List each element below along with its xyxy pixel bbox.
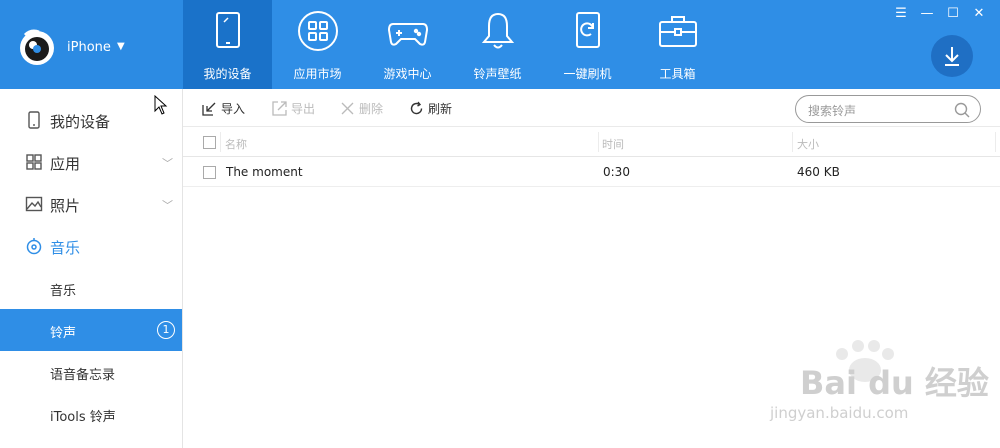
sidebar-subitem-label: iTools 铃声 [50,410,116,425]
delete-label: 删除 [359,102,384,116]
search-placeholder: 搜索铃声 [808,104,857,118]
delete-x-icon [341,102,354,115]
column-divider[interactable] [598,132,599,152]
column-header-name[interactable]: 名称 [225,136,247,152]
sidebar-subitem-itools-ringtones[interactable]: iTools 铃声 [0,393,182,435]
nav-label: 我的设备 [203,67,252,81]
ringtone-duration: 0:30 [603,165,630,179]
mouse-cursor-icon [154,95,168,115]
select-all-checkbox[interactable] [203,136,216,149]
device-selector[interactable]: iPhone ▼ [0,0,183,89]
column-header-size[interactable]: 大小 [797,136,819,152]
maximize-icon[interactable]: ☐ [945,6,961,22]
export-label: 导出 [291,102,316,116]
column-header-time[interactable]: 时间 [602,136,624,152]
nav-one-click-flash[interactable]: 一键刷机 [543,0,632,89]
nav-game-center[interactable]: 游戏中心 [363,0,452,89]
toolbar: 导入 导出 删除 刷新 搜索铃声 [183,89,1000,127]
close-icon[interactable]: ✕ [971,6,987,22]
gamepad-icon [387,23,429,46]
sidebar-subitem-ringtones[interactable]: 铃声 1 [0,309,182,351]
refresh-icon [410,101,423,115]
refresh-label: 刷新 [428,102,453,116]
sidebar: 我的设备 应用 ﹀ 照片 ﹀ 音乐 音乐 铃声 1 语音备忘录 iTools 铃… [0,89,183,448]
watermark-url: jingyan.baidu.com [770,404,909,422]
photo-icon [25,196,43,212]
itools-window: iPhone ▼ 我的设备 应用市场 游戏中心 铃声壁纸 一键刷机 工具箱 ☰ … [0,0,1000,448]
search-input[interactable]: 搜索铃声 [795,95,981,123]
table-row[interactable]: The moment 0:30 460 KB [183,157,1000,187]
column-divider [995,132,996,152]
sidebar-item-label: 照片 [50,197,81,215]
nav-ringtone-wallpaper[interactable]: 铃声壁纸 [453,0,542,89]
refresh-phone-icon [576,12,600,48]
menu-icon[interactable]: ☰ [893,6,909,22]
export-icon [272,101,287,116]
nav-label: 游戏中心 [383,67,432,81]
row-checkbox[interactable] [203,166,216,179]
count-badge: 1 [157,321,175,339]
watermark-brand: Bai du 经验 [800,364,989,402]
table-header: 名称 时间 大小 [183,128,1000,157]
nav-toolbox[interactable]: 工具箱 [633,0,722,89]
nav-label: 工具箱 [659,67,696,81]
apps-icon [26,154,42,170]
top-bar: iPhone ▼ 我的设备 应用市场 游戏中心 铃声壁纸 一键刷机 工具箱 ☰ … [0,0,1000,89]
sidebar-item-label: 音乐 [50,239,81,257]
chevron-down-icon[interactable]: ﹀ [162,197,173,213]
bell-icon [481,12,515,49]
sidebar-item-photos[interactable]: 照片 ﹀ [0,183,182,225]
sidebar-item-label: 应用 [50,155,81,173]
minimize-icon[interactable]: — [919,6,935,22]
download-manager-button[interactable] [931,35,973,77]
sidebar-item-music[interactable]: 音乐 [0,225,182,267]
column-divider[interactable] [792,132,793,152]
device-icon [28,111,40,129]
sidebar-subitem-voice-memos[interactable]: 语音备忘录 [0,351,182,393]
nav-label: 应用市场 [293,67,342,81]
sidebar-subitem-label: 铃声 [50,326,77,341]
sidebar-subitem-label: 语音备忘录 [50,368,116,383]
ringtone-name: The moment [226,165,303,179]
chevron-down-icon[interactable]: ﹀ [162,155,173,171]
column-divider [220,132,221,152]
itools-logo-icon [20,29,54,65]
nav-app-market[interactable]: 应用市场 [273,0,362,89]
download-arrow-icon [945,47,959,66]
nav-my-device[interactable]: 我的设备 [183,0,272,89]
music-icon [26,238,42,255]
apps-grid-icon [298,11,338,51]
caret-down-icon[interactable]: ▼ [117,41,125,52]
device-name[interactable]: iPhone [67,40,111,55]
nav-label: 一键刷机 [563,67,612,81]
sidebar-item-apps[interactable]: 应用 ﹀ [0,141,182,183]
sidebar-subitem-music[interactable]: 音乐 [0,267,182,309]
sidebar-item-label: 我的设备 [50,113,111,131]
ringtone-size: 460 KB [797,165,840,179]
sidebar-subitem-label: 音乐 [50,284,77,299]
search-icon[interactable] [954,102,970,118]
toolbox-icon [659,16,697,47]
nav-label: 铃声壁纸 [473,67,522,81]
tablet-icon [216,12,240,48]
import-icon [202,102,216,116]
import-label: 导入 [221,102,246,116]
